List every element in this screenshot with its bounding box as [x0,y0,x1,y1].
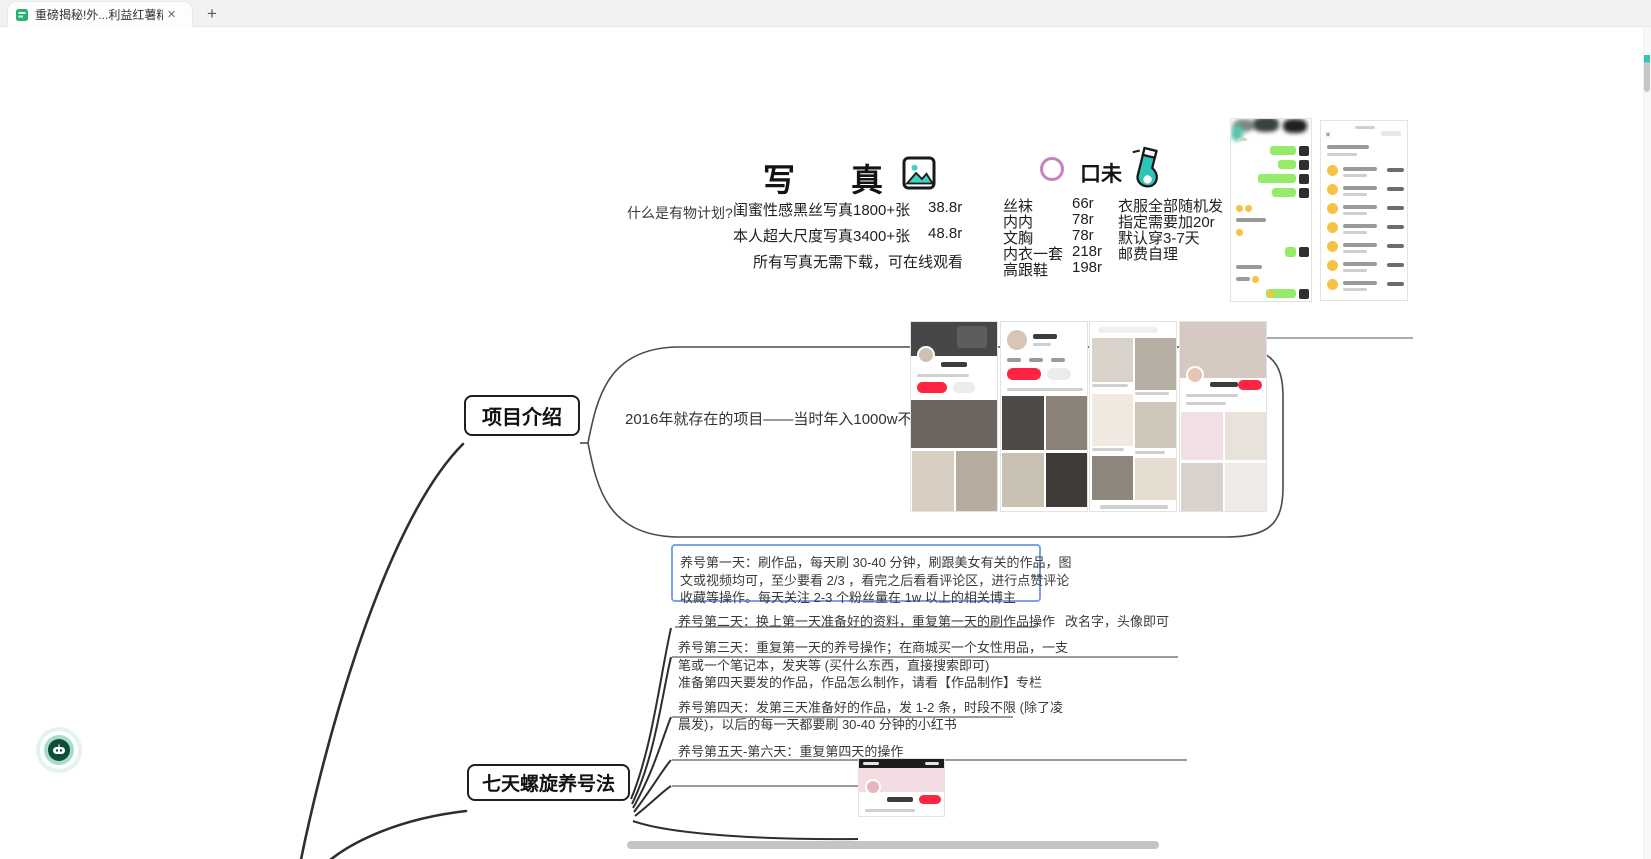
intro-question-label[interactable]: 什么是有物计划? [627,203,733,223]
photo-item-price: 48.8r [928,225,963,242]
day2-topic[interactable]: 养号第二天：换上第一天准备好的资料，重复第一天的刷作品操作 [678,611,1055,630]
app-window: 重磅揭秘!外...利益红薯精讲 ✕ + [0,0,1651,859]
wear-item-price: 218r [1072,243,1103,260]
wear-item-name: 高跟鞋 [1003,262,1049,279]
project-description[interactable]: 2016年就存在的项目——当时年入1000w不在少数 [625,408,958,429]
node-project-intro[interactable]: 项目介绍 [464,395,580,436]
blur-blob [1283,119,1307,133]
mindmap-canvas[interactable]: 什么是有物计划? 写 真 闺蜜性感黑丝写真1800+张 38.8r 本人超大尺度… [0,27,1643,859]
photo-item-label: 闺蜜性感黑丝写真1800+张 [733,202,911,219]
new-tab-button[interactable]: + [201,3,223,25]
photo-item-price: 38.8r [928,199,963,216]
node-label: 项目介绍 [482,407,562,429]
day3-line: 准备第四天要发的作品，作品怎么制作，请看【作品制作】专栏 [678,675,1043,690]
payment-list-screenshot[interactable]: ✕ [1320,120,1408,301]
photo-note: 所有写真无需下载，可在线观看 [753,254,964,271]
wear-item-price: 198r [1072,259,1103,276]
close-icon: ✕ [1325,132,1331,139]
day4-line: 晨发)，以后的每一天都要刷 30-40 分钟的小红书 [678,717,957,732]
app-screenshot-4[interactable] [1179,321,1267,512]
sock-icon [1132,146,1158,188]
tab-title: 重磅揭秘!外...利益红薯精讲 [35,8,163,22]
browser-tab-bar: 重磅揭秘!外...利益红薯精讲 ✕ + [0,0,1651,27]
wear-title: 口未 [1080,163,1122,186]
node-seven-day-method[interactable]: 七天螺旋养号法 [467,764,630,801]
wear-item-price: 78r [1072,227,1094,244]
day2-note[interactable]: 改名字，头像即可 [1065,611,1169,630]
browser-tab[interactable]: 重磅揭秘!外...利益红薯精讲 ✕ [8,2,192,27]
photo-title-char2: 真 [851,162,884,198]
assistant-logo-button[interactable] [36,727,82,773]
node-label: 七天螺旋养号法 [481,774,615,795]
day1-line: 收藏等操作。每天关注 2-3 个粉丝量在 1w 以上的相关博主 [680,590,1016,605]
tab-close-icon[interactable]: ✕ [167,8,176,21]
day3-line: 养号第三天：重复第一天的养号操作；在商城买一个女性用品，一支 [678,640,1069,655]
wear-note: 邮费自理 [1118,246,1179,263]
horizontal-scrollbar-thumb[interactable] [627,841,1159,849]
app-screenshot-1[interactable] [910,321,998,512]
ring-icon [1040,157,1064,181]
app-screenshot-3[interactable] [1089,321,1177,512]
photo-title-char1: 写 [763,162,796,198]
blur-blob [1253,119,1279,132]
wechat-chat-screenshot[interactable] [1230,118,1312,302]
vertical-scrollbar[interactable] [1643,27,1651,859]
image-icon [902,156,936,190]
vertical-scrollbar-thumb[interactable] [1644,62,1650,92]
day3-topic[interactable]: 养号第三天：重复第一天的养号操作；在商城买一个女性用品，一支 笔或一个笔记本，发… [678,637,1068,692]
wear-item-price: 66r [1072,195,1094,212]
day4-topic[interactable]: 养号第四天：发第三天准备好的作品，发 1-2 条，时段不限 (除了凌 晨发)，以… [678,697,1063,733]
photo-item-label: 本人超大尺度写真3400+张 [733,228,911,245]
day1-topic[interactable]: 养号第一天：刷作品，每天刷 30-40 分钟，刷跟美女有关的作品，图 文或视频均… [671,544,1071,605]
app-screenshot-bottom[interactable] [858,758,945,817]
app-screenshot-2[interactable] [1000,321,1088,512]
day1-line: 养号第一天：刷作品，每天刷 30-40 分钟，刷跟美女有关的作品，图 [680,555,1072,570]
robot-icon [48,739,70,761]
wear-item-price: 78r [1072,211,1094,228]
site-favicon-icon [16,8,28,21]
